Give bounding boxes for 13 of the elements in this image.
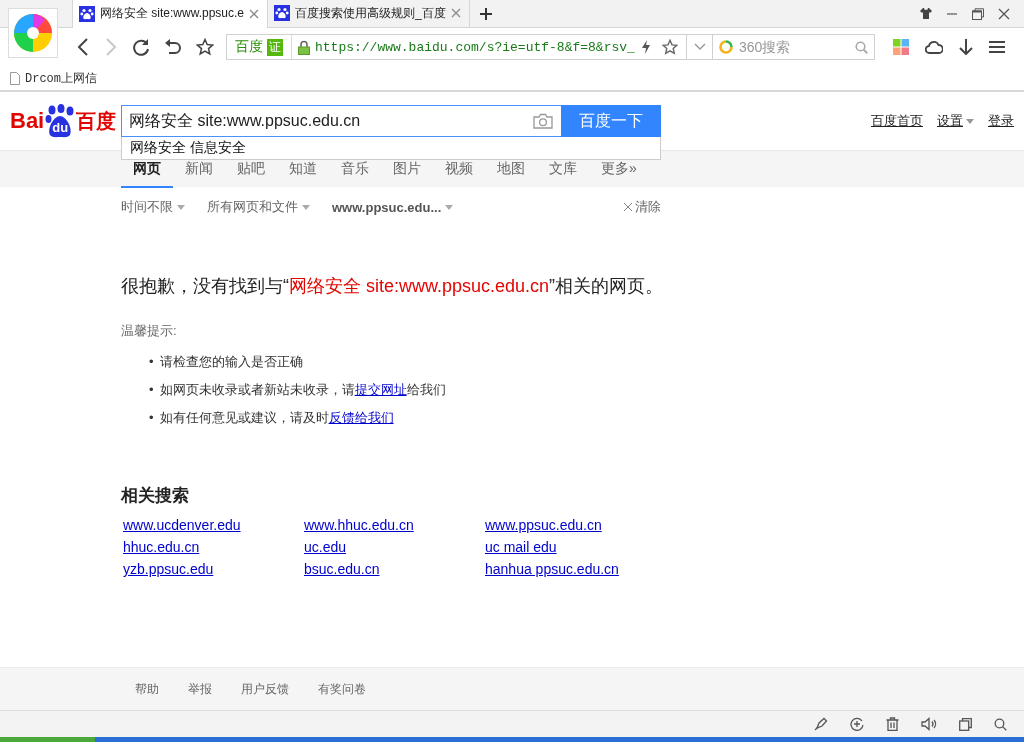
bullet-mark: •	[149, 381, 154, 399]
tip-text: 请检查您的输入是否正确	[159, 353, 303, 371]
tip-text: 如网页未收录或者新站未收录，请提交网址给我们	[159, 381, 446, 399]
tab-title: 网络安全 site:www.ppsuc.e	[100, 5, 245, 22]
tip-text: 如有任何意见或建议，请及时反馈给我们	[159, 409, 394, 427]
tab-title: 百度搜索使用高级规则_百度	[295, 4, 446, 22]
no-results-message: 很抱歉，没有找到与“网络安全 site:www.ppsuc.edu.cn”相关的网页。	[121, 275, 665, 298]
tips-title: 温馨提示:	[121, 322, 178, 340]
url-text: https://www.baidu.com/s?ie=utf-8&f=8&rsv_	[315, 39, 636, 55]
related-searches-title: 相关搜索	[121, 485, 190, 507]
bullet-mark: •	[149, 409, 154, 427]
bullet-mark: •	[149, 353, 154, 371]
site-label: 百度	[235, 38, 263, 56]
